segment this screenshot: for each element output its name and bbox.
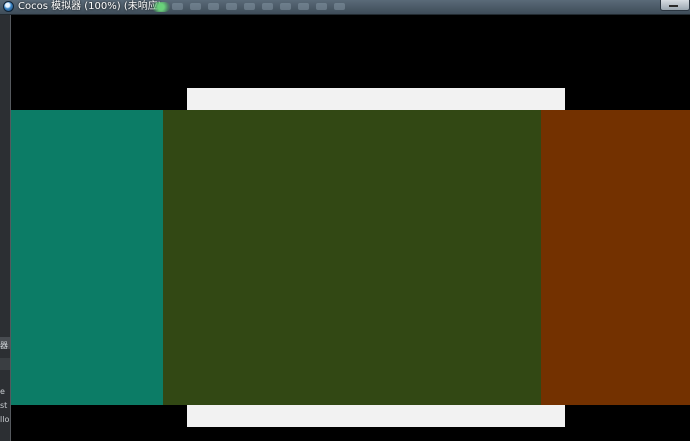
background-text-fragment: llo bbox=[0, 415, 10, 424]
background-window-edge: 器 e st llo bbox=[0, 15, 11, 441]
background-text-fragment: st bbox=[0, 401, 8, 410]
game-canvas[interactable] bbox=[11, 15, 690, 441]
toolbar-ghost-icon bbox=[334, 3, 345, 10]
window-title: Cocos 模拟器 (100%) (未响应) bbox=[18, 1, 162, 12]
cocos-globe-icon bbox=[3, 1, 14, 12]
toolbar-ghost-icon bbox=[316, 3, 327, 10]
toolbar-ghost-icon bbox=[190, 3, 201, 10]
toolbar-ghost-icon bbox=[244, 3, 255, 10]
faded-toolbar bbox=[172, 2, 345, 12]
minimize-button[interactable] bbox=[660, 0, 690, 11]
status-glow-icon bbox=[152, 2, 170, 12]
toolbar-ghost-icon bbox=[208, 3, 219, 10]
background-text-fragment: e bbox=[0, 387, 5, 396]
background-text-fragment: 器 bbox=[0, 341, 8, 350]
toolbar-ghost-icon bbox=[226, 3, 237, 10]
teal-layer bbox=[11, 110, 163, 405]
background-panel-piece bbox=[0, 358, 10, 370]
window-title-bar[interactable]: Cocos 模拟器 (100%) (未响应) bbox=[0, 0, 690, 15]
simulator-screen: Cocos 模拟器 (100%) (未响应) 器 e st llo bbox=[0, 0, 690, 441]
toolbar-ghost-icon bbox=[172, 3, 183, 10]
minimize-icon bbox=[669, 5, 678, 7]
toolbar-ghost-icon bbox=[262, 3, 273, 10]
toolbar-ghost-icon bbox=[298, 3, 309, 10]
olive-layer bbox=[163, 110, 541, 405]
toolbar-ghost-icon bbox=[280, 3, 291, 10]
rust-layer bbox=[541, 110, 690, 405]
